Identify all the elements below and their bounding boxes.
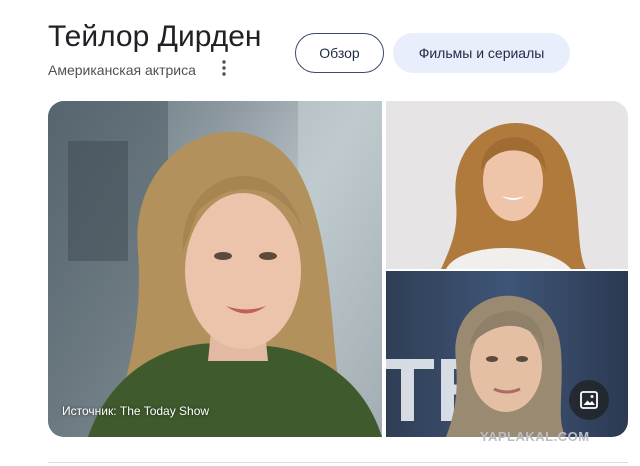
tab-films-and-series[interactable]: Фильмы и сериалы [393, 33, 570, 73]
image-view-button[interactable] [569, 380, 609, 420]
photo-top-right[interactable] [386, 101, 628, 269]
entity-subtitle: Американская актриса [48, 62, 196, 78]
divider [48, 462, 628, 463]
tab-overview[interactable]: Обзор [295, 33, 384, 73]
main-photo[interactable] [48, 101, 382, 437]
image-icon [580, 391, 598, 409]
watermark: YAPLAKAL.COM [480, 429, 590, 444]
more-vert-icon[interactable] [214, 58, 234, 78]
image-source-caption: Источник: The Today Show [62, 404, 210, 418]
page-title: Тейлор Дирден [48, 20, 262, 53]
